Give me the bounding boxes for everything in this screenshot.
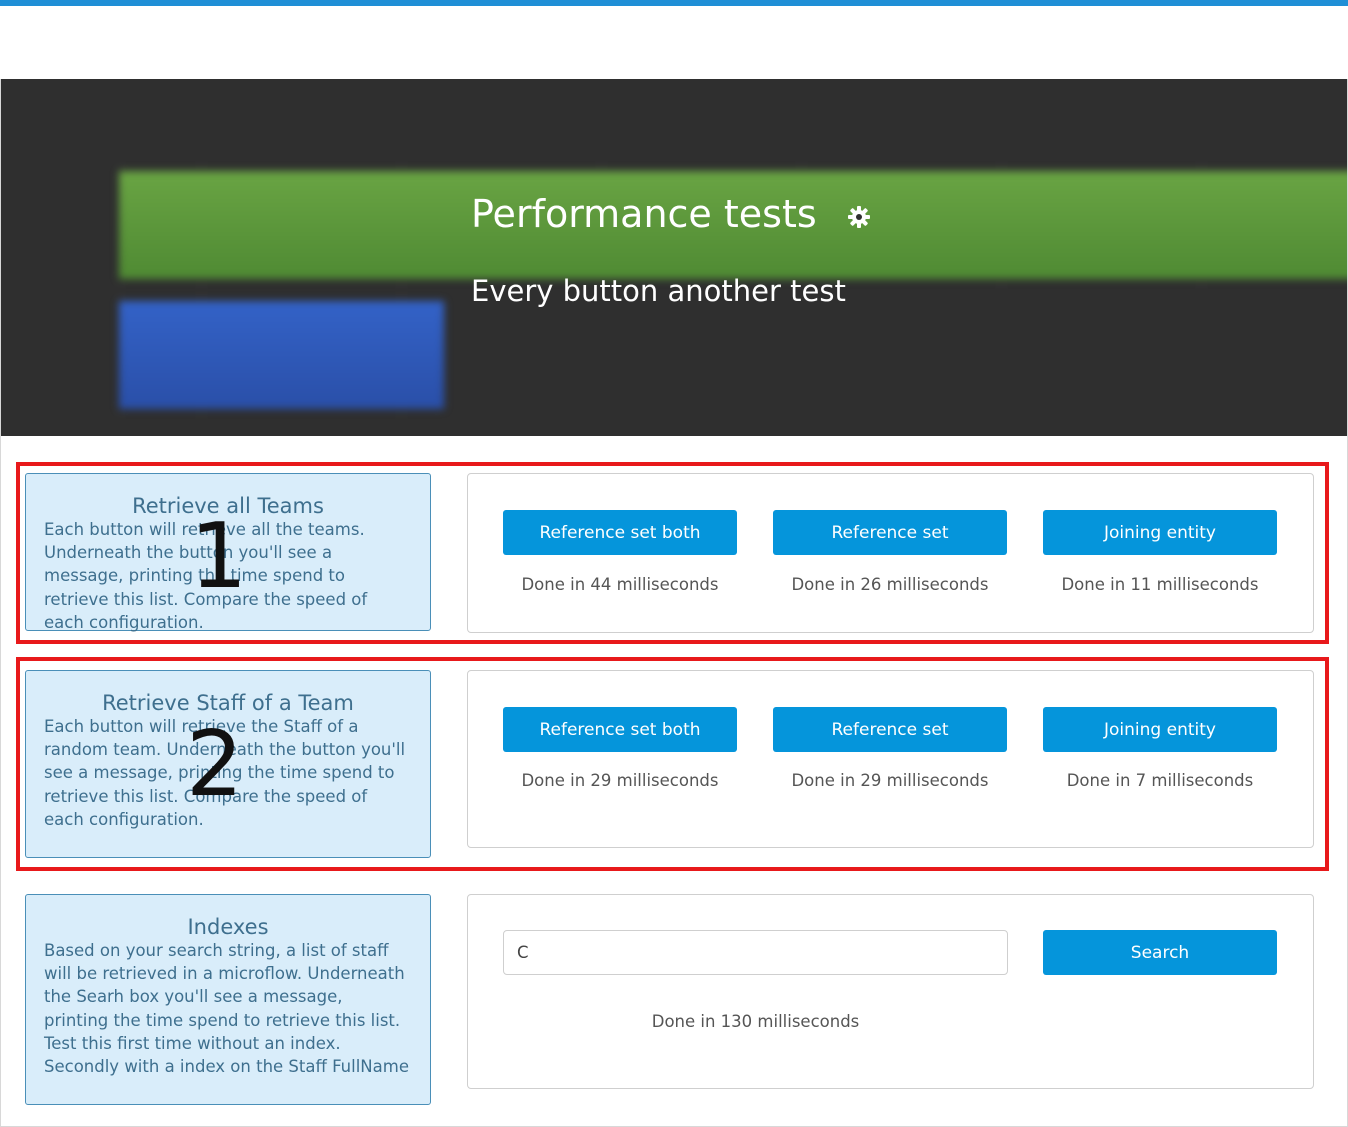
- result-text: Done in 7 milliseconds: [1066, 771, 1254, 790]
- gear-icon[interactable]: [847, 205, 871, 229]
- page-title: Performance tests: [471, 192, 817, 236]
- reference-set-button[interactable]: Reference set: [773, 707, 1007, 752]
- search-button[interactable]: Search: [1043, 930, 1277, 975]
- top-header: [0, 6, 1348, 79]
- result-text: Done in 44 milliseconds: [521, 575, 719, 594]
- result-text: Done in 29 milliseconds: [521, 771, 719, 790]
- result-text: Done in 130 milliseconds: [651, 1012, 860, 1031]
- result-text: Done in 29 milliseconds: [791, 771, 989, 790]
- info-card-title: Indexes: [187, 915, 269, 939]
- hero-background: [1, 79, 1347, 436]
- result-text: Done in 26 milliseconds: [791, 575, 989, 594]
- hero-blue-bar: [119, 301, 444, 409]
- info-card-text: Based on your search string, a list of s…: [44, 941, 409, 1077]
- reference-set-button[interactable]: Reference set: [773, 510, 1007, 555]
- section-number-2: 2: [186, 712, 244, 817]
- joining-entity-button[interactable]: Joining entity: [1043, 510, 1277, 555]
- section-number-1: 1: [190, 504, 248, 609]
- reference-set-both-button[interactable]: Reference set both: [503, 510, 737, 555]
- joining-entity-button[interactable]: Joining entity: [1043, 707, 1277, 752]
- test-panel-staff: [467, 670, 1314, 848]
- page-subtitle: Every button another test: [471, 274, 846, 308]
- result-text: Done in 11 milliseconds: [1061, 575, 1259, 594]
- test-panel-indexes: [467, 894, 1314, 1089]
- search-input[interactable]: [503, 930, 1008, 975]
- hero-banner: Performance tests Every button another t…: [1, 79, 1347, 436]
- reference-set-both-button[interactable]: Reference set both: [503, 707, 737, 752]
- info-card-indexes: Indexes Based on your search string, a l…: [25, 894, 431, 1105]
